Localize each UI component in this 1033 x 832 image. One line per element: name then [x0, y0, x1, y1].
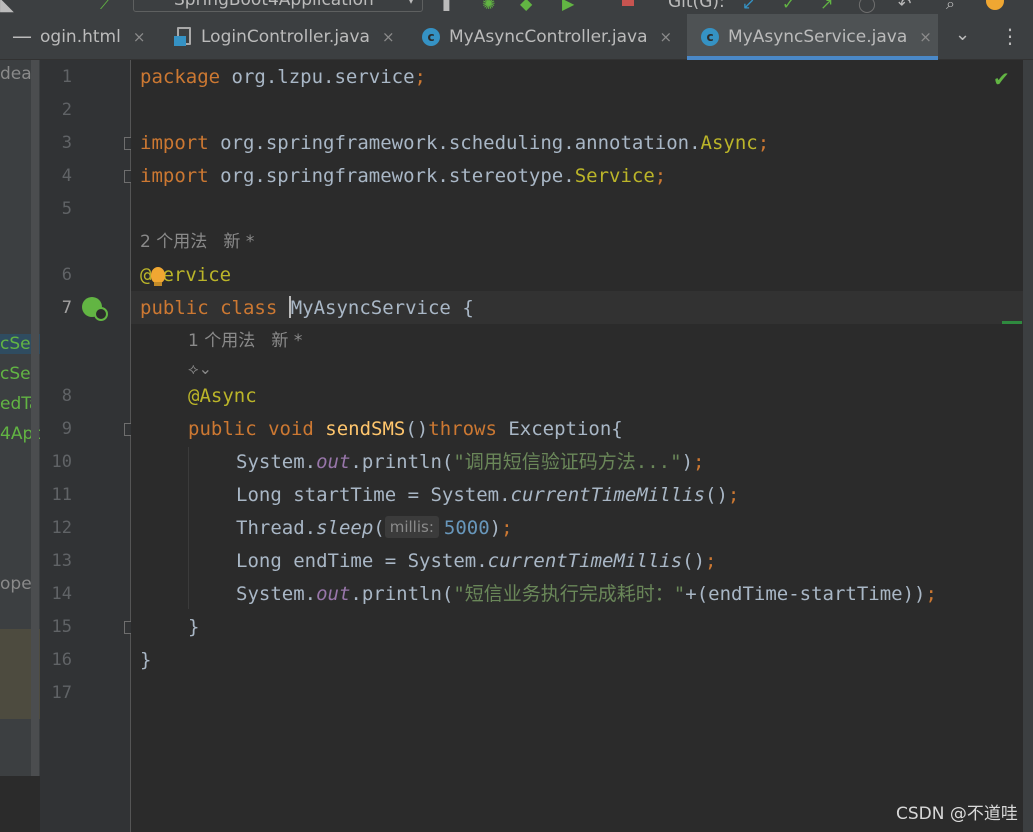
code-line-12[interactable]: Thread.sleep(millis: 5000); — [140, 512, 513, 545]
tab-my-async-controller[interactable]: c MyAsyncController.java × — [408, 14, 687, 60]
line-number: 10 — [51, 452, 72, 472]
build-icon[interactable]: ⟋ — [100, 0, 111, 13]
line-number: 4 — [61, 166, 72, 186]
chevron-down-icon[interactable]: ⌄ — [955, 24, 970, 45]
git-commit-icon[interactable]: ✓ — [782, 0, 795, 13]
java-file-icon — [174, 27, 192, 47]
right-tool-strip — [1023, 60, 1033, 832]
close-icon[interactable]: × — [919, 28, 932, 46]
code-line-9[interactable]: public void sendSMS()throws Exception{ — [140, 413, 623, 446]
line-number: 3 — [61, 133, 72, 153]
search-everywhere-icon[interactable]: ⌕ — [946, 0, 955, 13]
code-line-1[interactable]: package org.lzpu.service; — [140, 61, 426, 94]
line-number: 14 — [51, 584, 72, 604]
main-toolbar: ◣ ⟋ SpringBoot4Application ▾ ▮ ✺ ◆ ▶ Git(… — [0, 0, 1033, 14]
line-number: 13 — [51, 551, 72, 571]
spring-bean-icon[interactable] — [82, 297, 108, 321]
git-label: Git(G): — [668, 0, 725, 12]
line-number: 16 — [51, 650, 72, 670]
line-number: 17 — [51, 683, 72, 703]
stop-icon[interactable] — [622, 0, 634, 6]
line-number: 12 — [51, 518, 72, 538]
history-icon[interactable]: ◯ — [858, 0, 876, 13]
code-line-16[interactable]: } — [140, 644, 151, 677]
line-number-current: 7 — [61, 298, 72, 318]
lightbulb-icon[interactable] — [151, 267, 165, 286]
coverage-icon[interactable]: ◆ — [520, 0, 532, 13]
close-icon[interactable]: × — [659, 28, 672, 46]
no-problems-check-icon[interactable]: ✔ — [993, 67, 1010, 91]
editor-tab-bar: — ogin.html × LoginController.java × c M… — [0, 14, 1033, 60]
code-line-14[interactable]: System.out.println("短信业务执行完成耗时："+(endTim… — [140, 578, 937, 611]
minimize-icon[interactable]: — — [12, 24, 32, 48]
project-panel-scrollbar[interactable] — [31, 60, 39, 776]
code-line-4[interactable]: import org.springframework.stereotype.Se… — [140, 160, 666, 193]
debug-icon[interactable]: ✺ — [482, 0, 495, 13]
tab-login-controller[interactable]: LoginController.java × — [164, 14, 408, 60]
line-number: 9 — [61, 419, 72, 439]
watermark: CSDN @不道哇 — [896, 804, 1018, 824]
code-line-8[interactable]: @Async — [140, 380, 257, 413]
line-number: 15 — [51, 617, 72, 637]
code-line-7[interactable]: public class MyAsyncService { — [140, 292, 474, 325]
line-number: 6 — [61, 265, 72, 285]
notifications-icon[interactable] — [986, 0, 1004, 10]
tab-my-async-service[interactable]: c MyAsyncService.java × — [687, 14, 938, 60]
parameter-name-hint: millis: — [384, 516, 439, 538]
git-update-icon[interactable]: ↙ — [742, 0, 755, 13]
line-number: 1 — [61, 67, 72, 87]
tab-login-html[interactable]: ogin.html × — [40, 14, 164, 60]
line-number: 8 — [61, 386, 72, 406]
close-icon[interactable]: × — [133, 28, 146, 46]
usage-inlay-hint[interactable]: 2 个用法 新 * — [140, 226, 254, 259]
close-icon[interactable]: × — [382, 28, 395, 46]
git-push-icon[interactable]: ↗ — [820, 0, 833, 13]
line-number: 5 — [61, 199, 72, 219]
code-line-11[interactable]: Long startTime = System.currentTimeMilli… — [140, 479, 739, 512]
line-number: 2 — [61, 100, 72, 120]
chevron-down-icon: ▾ — [407, 0, 414, 7]
run-icon[interactable]: ▮ — [442, 0, 451, 13]
more-options-icon[interactable]: ⋮ — [1000, 24, 1020, 48]
class-c-icon: c — [701, 28, 719, 46]
code-line-13[interactable]: Long endTime = System.currentTimeMillis(… — [140, 545, 716, 578]
line-number: 11 — [51, 485, 72, 505]
class-c-icon: c — [422, 28, 440, 46]
code-line-10[interactable]: System.out.println("调用短信验证码方法..."); — [140, 446, 704, 479]
change-marker — [1002, 321, 1022, 324]
rollback-icon[interactable]: ↶ — [898, 0, 911, 13]
back-icon[interactable]: ◣ — [0, 0, 14, 14]
run-configuration-select[interactable]: SpringBoot4Application ▾ — [133, 0, 423, 12]
profile-icon[interactable]: ▶ — [562, 0, 574, 13]
code-line-15[interactable]: } — [140, 611, 199, 644]
code-line-3[interactable]: import org.springframework.scheduling.an… — [140, 127, 769, 160]
